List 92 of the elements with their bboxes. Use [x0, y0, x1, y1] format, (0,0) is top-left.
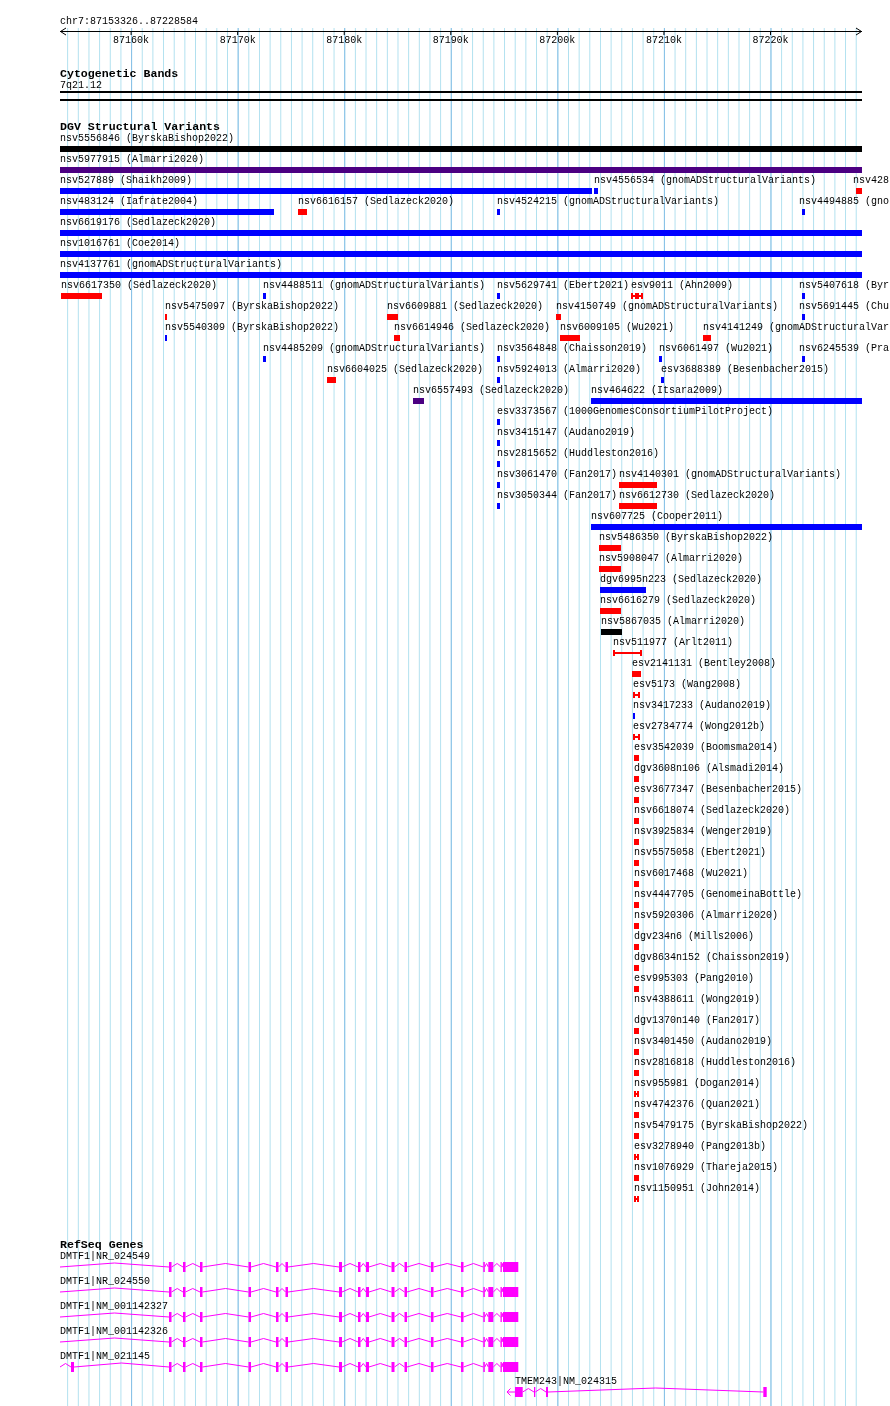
- track-title: DGV Structural Variants: [60, 120, 221, 133]
- variant-label: nsv5479175 (ByrskaBishop2022): [634, 1120, 809, 1131]
- variant-label: esv5173 (Wang2008): [633, 679, 742, 690]
- variant-label: dgv6995n223 (Sedlazeck2020): [600, 574, 763, 585]
- variant-label: nsv3061470 (Fan2017): [497, 469, 618, 480]
- variant-label: nsv6245539 (Pra: [799, 343, 889, 354]
- track-title: Cytogenetic Bands: [60, 67, 179, 80]
- variant-label: nsv4141249 (gnomADStructuralVar: [702, 322, 889, 333]
- variant-label: nsv464622 (Itsara2009): [591, 385, 724, 396]
- variant-label: nsv4388611 (Wong2019): [634, 994, 761, 1005]
- variant-label: dgv3608n106 (Alsmadi2014): [634, 763, 785, 774]
- variant-label: nsv5924013 (Almarri2020): [497, 364, 642, 375]
- variant-label: esv3373567 (1000GenomesConsortiumPilotProject): [497, 406, 774, 417]
- variant-label: nsv3050344 (Fan2017): [497, 490, 618, 501]
- variant-label: nsv3415147 (Audano2019): [497, 427, 636, 438]
- variant-label: nsv1150951 (John2014): [634, 1183, 761, 1194]
- variant-label: nsv3925834 (Wenger2019): [634, 826, 773, 837]
- variant-label: nsv5867035 (Almarri2020): [601, 616, 746, 627]
- variant-label: nsv5977915 (Almarri2020): [60, 154, 205, 165]
- variant-label: nsv6604025 (Sedlazeck2020): [327, 364, 484, 375]
- variant-label: nsv428: [853, 175, 889, 186]
- variant-label: nsv5629741 (Ebert2021): [497, 280, 630, 291]
- tick-label: 87220k: [752, 35, 789, 46]
- variant-label: nsv4150749 (gnomADStructuralVariants): [556, 301, 779, 312]
- variant-label: esv3542039 (Boomsma2014): [634, 742, 779, 753]
- variant-label: nsv3401450 (Audano2019): [634, 1036, 773, 1047]
- variant-label: nsv6618074 (Sedlazeck2020): [634, 805, 791, 816]
- variant-label: nsv2816818 (Huddleston2016): [634, 1057, 797, 1068]
- variant-label: nsv3564848 (Chaisson2019): [497, 343, 648, 354]
- variant-label: nsv1016761 (Coe2014): [60, 238, 181, 249]
- variant-label: nsv6619176 (Sedlazeck2020): [60, 217, 217, 228]
- variant-label: nsv483124 (Iafrate2004): [60, 196, 199, 207]
- variant-label: nsv4556534 (gnomADStructuralVariants): [594, 175, 817, 186]
- variant-label: nsv4488511 (gnomADStructuralVariants): [263, 280, 486, 291]
- variant-label: nsv5407618 (Byr: [799, 280, 889, 291]
- variant-label: nsv6614946 (Sedlazeck2020): [394, 322, 551, 333]
- variant-label: nsv511977 (Arlt2011): [613, 637, 734, 648]
- variant-label: nsv5920306 (Almarri2020): [634, 910, 779, 921]
- tick-label: 87200k: [539, 35, 576, 46]
- tick-label: 87170k: [219, 35, 256, 46]
- variant-label: nsv3417233 (Audano2019): [633, 700, 772, 711]
- gene-label: TMEM243|NM_024315: [515, 1375, 618, 1387]
- variant-label: nsv6612730 (Sedlazeck2020): [619, 490, 776, 501]
- variant-label: nsv1076929 (Thareja2015): [634, 1162, 779, 1173]
- variant-label: esv3677347 (Besenbacher2015): [634, 784, 803, 795]
- variant-label: nsv6061497 (Wu2021): [659, 343, 774, 354]
- tick-label: 87210k: [645, 35, 682, 46]
- gene-label: DMTF1|NM_001142327: [60, 1300, 169, 1312]
- gene-label: DMTF1|NR_024549: [60, 1250, 150, 1262]
- variant-label: esv995303 (Pang2010): [634, 973, 755, 984]
- gene-label: DMTF1|NM_021145: [60, 1350, 150, 1362]
- variant-label: esv9011 (Ahn2009): [631, 280, 734, 291]
- tick-label: 87160k: [113, 35, 150, 46]
- variant-label: nsv6616157 (Sedlazeck2020): [298, 196, 455, 207]
- variant-label: esv3278940 (Pang2013b): [634, 1141, 767, 1152]
- variant-label: esv2141131 (Bentley2008): [632, 658, 777, 669]
- variant-label: nsv4742376 (Quan2021): [634, 1099, 761, 1110]
- variant-label: nsv2815652 (Huddleston2016): [497, 448, 660, 459]
- variant-label: nsv4137761 (gnomADStructuralVariants): [60, 259, 283, 270]
- track-title: RefSeq Genes: [60, 1237, 144, 1251]
- coordinate-range-label: chr7:87153326..87228584: [60, 16, 199, 27]
- variant-label: nsv6557493 (Sedlazeck2020): [413, 385, 570, 396]
- variant-label: nsv955981 (Dogan2014): [634, 1078, 761, 1089]
- variant-label: nsv4494885 (gno: [799, 196, 889, 207]
- variant-label: nsv527889 (Shaikh2009): [60, 175, 193, 186]
- variant-label: nsv607725 (Cooper2011): [591, 511, 724, 522]
- variant-label: nsv5475097 (ByrskaBishop2022): [165, 301, 340, 312]
- gene-label: DMTF1|NM_001142326: [60, 1325, 169, 1337]
- variant-label: nsv5575058 (Ebert2021): [634, 847, 767, 858]
- variant-label: nsv6617350 (Sedlazeck2020): [61, 280, 218, 291]
- variant-label: nsv5486350 (ByrskaBishop2022): [599, 532, 774, 543]
- variant-label: nsv5540309 (ByrskaBishop2022): [165, 322, 340, 333]
- variant-label: nsv5908047 (Almarri2020): [599, 553, 744, 564]
- variant-label: nsv5691445 (Chu: [799, 301, 889, 312]
- variant-label: dgv234n6 (Mills2006): [634, 931, 755, 942]
- variant-label: nsv6609881 (Sedlazeck2020): [387, 301, 544, 312]
- variant-label: nsv4140301 (gnomADStructuralVariants): [619, 469, 842, 480]
- variant-label: nsv4447705 (GenomeinaBottle): [634, 889, 803, 900]
- variant-label: nsv6616279 (Sedlazeck2020): [600, 595, 757, 606]
- band-label: 7q21.12: [60, 81, 102, 91]
- variant-label: nsv5556846 (ByrskaBishop2022): [60, 133, 235, 144]
- variant-label: nsv4524215 (gnomADStructuralVariants): [497, 196, 720, 207]
- variant-label: esv3688389 (Besenbacher2015): [661, 364, 830, 375]
- gene-label: DMTF1|NR_024550: [60, 1275, 150, 1287]
- variant-label: nsv6017468 (Wu2021): [634, 868, 749, 879]
- tick-label: 87180k: [326, 35, 363, 46]
- variant-label: dgv1370n140 (Fan2017): [634, 1015, 761, 1026]
- tick-label: 87190k: [432, 35, 469, 46]
- variant-label: esv2734774 (Wong2012b): [633, 721, 766, 732]
- variant-label: dgv8634n152 (Chaisson2019): [634, 952, 791, 963]
- variant-label: nsv6009105 (Wu2021): [560, 322, 675, 333]
- variant-label: nsv4485209 (gnomADStructuralVariants): [263, 343, 486, 354]
